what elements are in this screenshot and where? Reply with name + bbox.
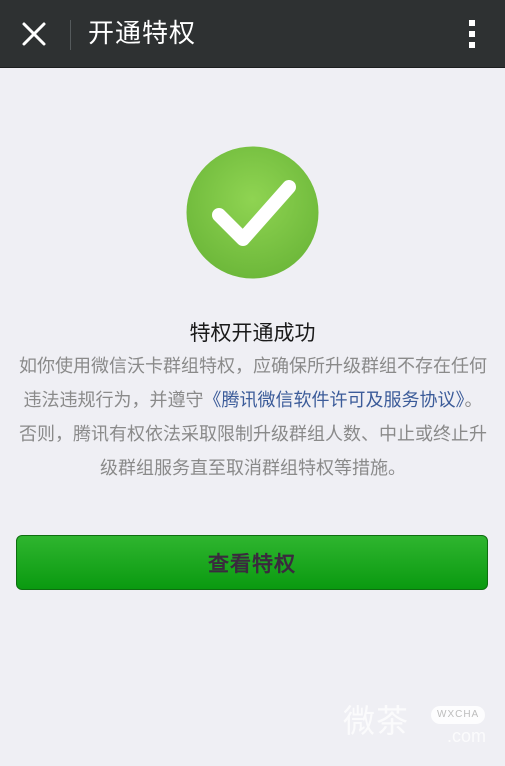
watermark-badge: WXCHA: [431, 706, 486, 724]
watermark-logo-text: 微茶: [343, 702, 410, 740]
close-button[interactable]: [14, 14, 54, 54]
more-vertical-icon: [469, 20, 475, 48]
more-options-button[interactable]: [457, 14, 487, 54]
success-title: 特权开通成功: [189, 321, 316, 345]
watermark-domain: .com: [447, 726, 487, 746]
watermark-logo: 微茶 WXCHA .com: [343, 696, 503, 762]
top-navigation-bar: 开通特权: [0, 0, 505, 68]
check-circle-icon: [186, 146, 319, 279]
view-privilege-button[interactable]: 查看特权: [16, 535, 488, 590]
header-divider: [70, 20, 71, 50]
license-agreement-link[interactable]: 《腾讯微信软件许可及服务协议》: [204, 390, 465, 411]
terms-notice: 如你使用微信沃卡群组特权，应确保所升级群组不存在任何违法违规行为，并遵守《腾讯微…: [18, 350, 488, 486]
page-title: 开通特权: [88, 19, 197, 49]
close-icon: [22, 22, 46, 46]
